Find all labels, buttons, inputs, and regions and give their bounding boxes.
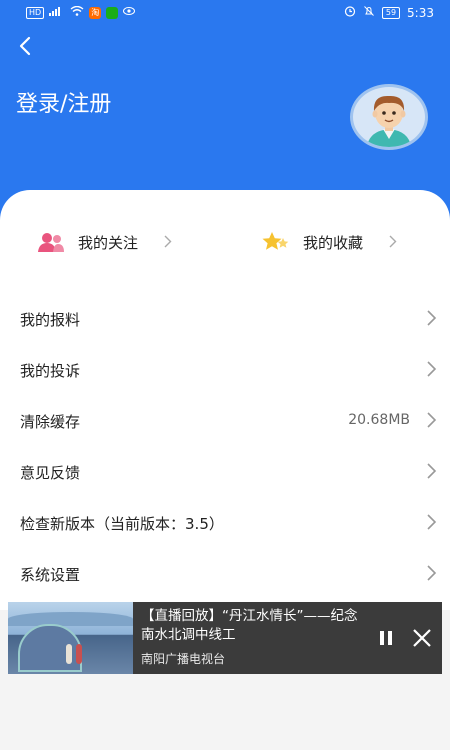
my-favorites-label: 我的收藏 bbox=[303, 233, 364, 252]
thumbnail-person bbox=[66, 644, 72, 664]
pause-button[interactable] bbox=[378, 630, 394, 646]
alarm-icon bbox=[344, 5, 356, 20]
menu-item-my-reports[interactable]: 我的报料 bbox=[0, 293, 450, 344]
chevron-left-icon bbox=[19, 36, 31, 56]
taobao-app-icon: 淘 bbox=[89, 6, 102, 19]
wifi-icon bbox=[70, 5, 84, 19]
settings-menu: 我的报料 我的投诉 清除缓存 20.68MB 意见反馈 检查新版本（当前版本：3… bbox=[0, 293, 450, 599]
avatar[interactable] bbox=[350, 84, 428, 150]
menu-item-label: 清除缓存 bbox=[20, 413, 81, 431]
login-register-link[interactable]: 登录/注册 bbox=[16, 86, 111, 118]
star-icon bbox=[262, 232, 289, 250]
menu-item-label: 我的投诉 bbox=[20, 362, 81, 380]
player-source: 南阳广播电视台 bbox=[141, 652, 226, 666]
menu-item-label: 我的报料 bbox=[20, 311, 81, 329]
user-avatar-icon bbox=[367, 95, 411, 147]
close-player-button[interactable] bbox=[412, 628, 432, 648]
eye-icon bbox=[123, 6, 136, 19]
player-info[interactable]: 【直播回放】“丹江水情长”——纪念南水北调中线工 南阳广播电视台 bbox=[133, 602, 442, 674]
back-button[interactable] bbox=[12, 32, 40, 60]
my-follows-label: 我的关注 bbox=[78, 233, 139, 252]
menu-item-label: 意见反馈 bbox=[20, 464, 81, 482]
chevron-right-icon bbox=[389, 233, 397, 252]
thumbnail-person bbox=[76, 644, 82, 664]
chevron-right-icon bbox=[164, 233, 172, 252]
hd-badge: HD bbox=[26, 6, 45, 19]
status-right: 59 5:33 bbox=[344, 5, 434, 20]
menu-item-clear-cache[interactable]: 清除缓存 20.68MB bbox=[0, 395, 450, 446]
menu-item-my-complaints[interactable]: 我的投诉 bbox=[0, 344, 450, 395]
quick-links: 我的关注 我的收藏 bbox=[0, 218, 450, 266]
thumbnail-arch bbox=[8, 612, 133, 626]
my-follows-link[interactable]: 我的关注 bbox=[36, 218, 172, 266]
chevron-right-icon bbox=[427, 463, 437, 479]
chevron-right-icon bbox=[427, 361, 437, 377]
thumbnail-stage bbox=[18, 624, 82, 672]
chevron-right-icon bbox=[427, 514, 437, 530]
close-icon bbox=[413, 629, 431, 647]
pause-icon bbox=[380, 631, 392, 645]
signal-icon bbox=[49, 6, 65, 19]
status-left: HD 淘 bbox=[26, 5, 136, 19]
player-title: 【直播回放】“丹江水情长”——纪念南水北调中线工 bbox=[141, 608, 358, 643]
cache-size-value: 20.68MB bbox=[348, 412, 410, 428]
menu-item-label: 检查新版本（当前版本：3.5） bbox=[20, 515, 224, 533]
video-thumbnail[interactable] bbox=[8, 602, 133, 674]
clock: 5:33 bbox=[407, 5, 434, 20]
chevron-right-icon bbox=[427, 565, 437, 581]
menu-item-system-settings[interactable]: 系统设置 bbox=[0, 548, 450, 599]
menu-item-check-update[interactable]: 检查新版本（当前版本：3.5） bbox=[0, 497, 450, 548]
status-bar: HD 淘 59 5:33 bbox=[0, 0, 450, 26]
menu-item-label: 系统设置 bbox=[20, 566, 81, 584]
battery-indicator: 59 bbox=[381, 6, 401, 19]
menu-item-feedback[interactable]: 意见反馈 bbox=[0, 446, 450, 497]
my-favorites-link[interactable]: 我的收藏 bbox=[261, 218, 397, 266]
mute-icon bbox=[363, 5, 375, 20]
mini-player: 【直播回放】“丹江水情长”——纪念南水北调中线工 南阳广播电视台 bbox=[8, 602, 442, 674]
people-icon bbox=[38, 233, 64, 252]
wechat-app-icon bbox=[106, 6, 119, 19]
chevron-right-icon bbox=[427, 412, 437, 428]
chevron-right-icon bbox=[427, 310, 437, 326]
